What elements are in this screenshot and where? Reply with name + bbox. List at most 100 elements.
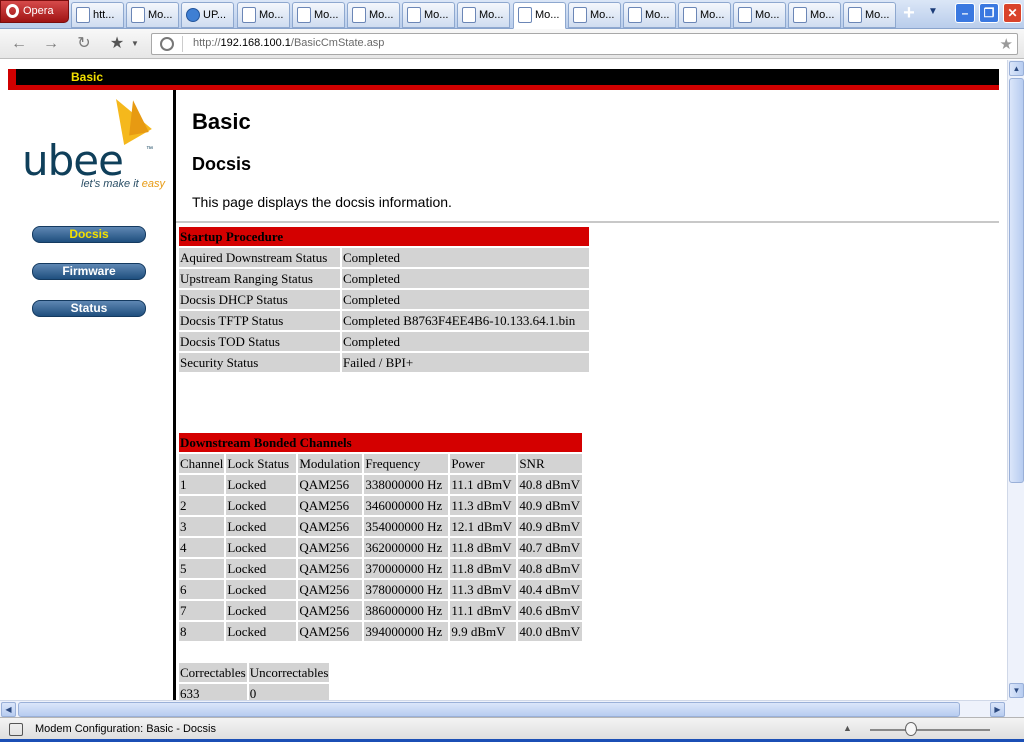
- table-cell: 40.4 dBmV: [518, 580, 583, 599]
- page-icon: [297, 7, 311, 23]
- scroll-right-icon[interactable]: ▶: [990, 702, 1005, 717]
- close-window-button[interactable]: ✕: [1003, 3, 1022, 23]
- table-cell: 386000000 Hz: [364, 601, 449, 620]
- browser-tab[interactable]: Mo...: [733, 2, 786, 28]
- browser-tab[interactable]: Mo...: [237, 2, 290, 28]
- minimize-button[interactable]: –: [955, 3, 975, 23]
- page-icon: [628, 7, 642, 23]
- browser-tab[interactable]: Mo...: [678, 2, 731, 28]
- address-toolbar: ← → ↻ ★ ▼ http://192.168.100.1/BasicCmSt…: [0, 29, 1024, 59]
- table-cell: 378000000 Hz: [364, 580, 449, 599]
- scroll-up-icon[interactable]: ▲: [1009, 61, 1024, 76]
- tab-label: Mo...: [479, 9, 504, 21]
- plus-icon[interactable]: +: [899, 3, 919, 24]
- page-icon: [848, 7, 862, 23]
- table-cell: 0: [248, 684, 330, 700]
- table-row: 3 Locked QAM256 354000000 Hz 12.1 dBmV 40.9 d…: [179, 517, 583, 536]
- table-cell: 4: [179, 538, 225, 557]
- browser-tab[interactable]: Mo...: [623, 2, 676, 28]
- chevron-down-icon[interactable]: ▼: [928, 6, 938, 17]
- table-cell: Locked: [226, 622, 297, 641]
- column-header-row: Correctables Uncorrectables: [179, 663, 330, 682]
- vertical-scrollbar[interactable]: ▲ ▼: [1007, 60, 1024, 700]
- table-cell: Locked: [226, 580, 297, 599]
- browser-tab[interactable]: Mo...: [126, 2, 179, 28]
- horizontal-scrollbar[interactable]: ◀ ▶: [0, 700, 1007, 717]
- nav-docsis-button[interactable]: Docsis: [32, 226, 146, 243]
- status-text: Modem Configuration: Basic - Docsis: [35, 723, 216, 735]
- table-row: Aquired Downstream Status Completed: [179, 248, 589, 267]
- scroll-down-icon[interactable]: ▼: [1009, 683, 1024, 698]
- reload-icon[interactable]: ↻: [73, 33, 95, 55]
- row-label: Docsis TOD Status: [179, 332, 340, 351]
- table-cell: 40.6 dBmV: [518, 601, 583, 620]
- browser-tab[interactable]: Mo...: [347, 2, 400, 28]
- browser-tab[interactable]: Mo...: [402, 2, 455, 28]
- table-cell: 11.1 dBmV: [450, 475, 517, 494]
- zoom-slider-handle[interactable]: [905, 722, 917, 736]
- table-cell: Locked: [226, 475, 297, 494]
- triangle-up-icon[interactable]: ▲: [843, 723, 852, 733]
- bookmark-star-icon[interactable]: ★: [1000, 35, 1013, 53]
- back-arrow-icon[interactable]: ←: [8, 33, 30, 55]
- browser-tab[interactable]: UP...: [181, 2, 234, 28]
- browser-tab[interactable]: Mo...: [843, 2, 896, 28]
- column-header: Correctables: [179, 663, 247, 682]
- table-cell: 12.1 dBmV: [450, 517, 517, 536]
- opera-menu-button[interactable]: Opera: [0, 0, 69, 23]
- table-header: Downstream Bonded Channels: [179, 433, 583, 452]
- page-icon: [738, 7, 752, 23]
- browser-tab[interactable]: htt...: [71, 2, 124, 28]
- table-cell: QAM256: [298, 622, 363, 641]
- browser-tab[interactable]: Mo...: [513, 2, 566, 29]
- tab-label: Mo...: [590, 9, 615, 21]
- browser-tab[interactable]: Mo...: [292, 2, 345, 28]
- row-label: Upstream Ranging Status: [179, 269, 340, 288]
- opera-logo-icon: [6, 4, 19, 18]
- scrollbar-thumb[interactable]: [1009, 78, 1024, 483]
- panel-toggle-icon[interactable]: [9, 723, 23, 736]
- column-header: Frequency: [364, 454, 449, 473]
- scroll-left-icon[interactable]: ◀: [1, 702, 16, 717]
- table-cell: 40.8 dBmV: [518, 559, 583, 578]
- page-icon: [131, 7, 145, 23]
- table-cell: 7: [179, 601, 225, 620]
- table-cell: Locked: [226, 496, 297, 515]
- browser-tab[interactable]: Mo...: [788, 2, 841, 28]
- page-icon: [573, 7, 587, 23]
- column-header: Channel: [179, 454, 225, 473]
- tab-label: Mo...: [645, 9, 670, 21]
- browser-tab[interactable]: Mo...: [568, 2, 621, 28]
- table-row: 1 Locked QAM256 338000000 Hz 11.1 dBmV 40.8 d…: [179, 475, 583, 494]
- section-title: Docsis: [192, 154, 252, 174]
- chevron-down-icon[interactable]: ▼: [124, 33, 146, 55]
- web-page: Basic ubee ™ let's make it easy Docsis F…: [0, 60, 1007, 700]
- table-cell: QAM256: [298, 538, 363, 557]
- tab-label: Mo...: [755, 9, 780, 21]
- table-cell: 6: [179, 580, 225, 599]
- nav-status-button[interactable]: Status: [32, 300, 146, 317]
- table-cell: 40.7 dBmV: [518, 538, 583, 557]
- table-cell: 354000000 Hz: [364, 517, 449, 536]
- nav-firmware-button[interactable]: Firmware: [32, 263, 146, 280]
- zoom-slider-track[interactable]: [870, 729, 990, 731]
- logo-tagline-accent: easy: [141, 178, 166, 190]
- row-value: Failed / BPI+: [342, 353, 589, 372]
- browser-tab[interactable]: Mo...: [457, 2, 510, 28]
- tab-label: Mo...: [865, 9, 890, 21]
- tab-label: Mo...: [148, 9, 173, 21]
- table-row: 633 0: [179, 684, 330, 700]
- table-cell: 338000000 Hz: [364, 475, 449, 494]
- table-cell: QAM256: [298, 580, 363, 599]
- address-field[interactable]: http://192.168.100.1/BasicCmState.asp ★: [151, 33, 1018, 55]
- table-cell: 11.8 dBmV: [450, 538, 517, 557]
- restore-button[interactable]: ❐: [979, 3, 999, 23]
- table-row: Docsis TOD Status Completed: [179, 332, 589, 351]
- tab-label: Mo...: [810, 9, 835, 21]
- table-row: 6 Locked QAM256 378000000 Hz 11.3 dBmV 40.4 d…: [179, 580, 583, 599]
- scrollbar-thumb[interactable]: [18, 702, 960, 717]
- tab-label: Mo...: [535, 9, 560, 21]
- table-cell: QAM256: [298, 559, 363, 578]
- forward-arrow-icon[interactable]: →: [40, 33, 62, 55]
- table-cell: 3: [179, 517, 225, 536]
